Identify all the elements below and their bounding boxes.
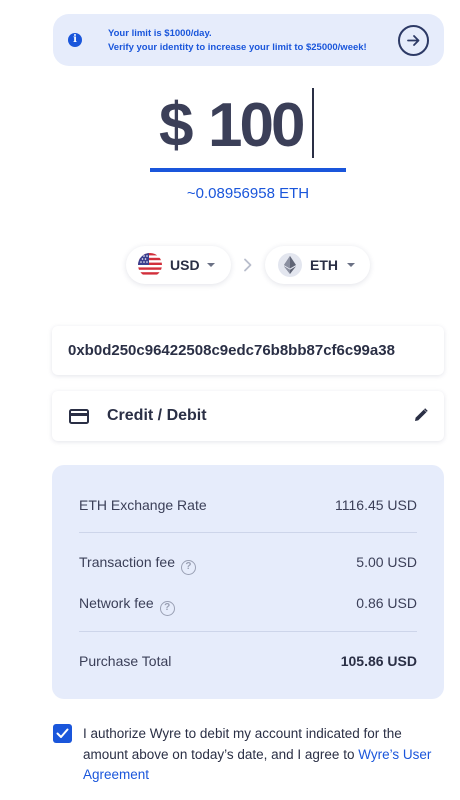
amount-underline xyxy=(150,168,346,172)
help-icon[interactable]: ? xyxy=(180,560,196,575)
source-currency-label: USD xyxy=(170,257,200,273)
authorization-text: I authorize Wyre to debit my account ind… xyxy=(83,724,433,786)
chevron-down-icon xyxy=(207,263,215,267)
help-icon[interactable]: ? xyxy=(159,601,175,616)
ethereum-icon xyxy=(278,253,302,277)
wallet-address-field[interactable]: 0xb0d250c96422508c9edc76b8bb87cf6c99a38 xyxy=(52,326,444,375)
summary-divider xyxy=(79,532,417,533)
limit-banner: i Your limit is $1000/day. Verify your i… xyxy=(53,14,444,66)
authorization-statement: I authorize Wyre to debit my account ind… xyxy=(83,726,402,762)
verify-identity-text: Verify your identity to increase your li… xyxy=(108,42,367,53)
currency-symbol: $ xyxy=(159,91,193,160)
purchase-total-label: Purchase Total xyxy=(79,653,172,669)
eth-estimate-text: ~0.08956958 ETH xyxy=(186,185,310,202)
purchase-screen: i Your limit is $1000/day. Verify your i… xyxy=(0,0,460,800)
chevron-down-icon xyxy=(347,263,355,267)
exchange-rate-value: 1116.45 USD xyxy=(335,497,417,513)
purchase-summary: ETH Exchange Rate 1116.45 USD Transactio… xyxy=(52,465,444,699)
wallet-address-text: 0xb0d250c96422508c9edc76b8bb87cf6c99a38 xyxy=(68,342,395,359)
source-currency-select[interactable]: USD xyxy=(126,246,231,284)
us-flag-icon xyxy=(138,253,162,277)
text-caret xyxy=(312,88,314,158)
chevron-right-icon xyxy=(244,258,252,272)
network-fee-label-group: Network fee? xyxy=(79,595,175,616)
purchase-total-value: 105.86 USD xyxy=(340,653,417,669)
transaction-fee-label-group: Transaction fee? xyxy=(79,554,196,575)
eth-estimate: ~0.08956958 ETH xyxy=(0,185,460,202)
target-currency-label: ETH xyxy=(310,257,338,273)
transaction-fee-label: Transaction fee xyxy=(79,554,175,570)
exchange-rate-label: ETH Exchange Rate xyxy=(79,497,207,513)
amount-input[interactable]: $ 100 xyxy=(150,84,346,174)
credit-card-icon xyxy=(69,409,89,424)
verify-identity-button[interactable] xyxy=(398,25,429,56)
pencil-icon[interactable] xyxy=(414,408,428,422)
payment-method-card[interactable]: Credit / Debit xyxy=(52,391,444,441)
limit-text: Your limit is $1000/day. xyxy=(108,28,212,39)
target-currency-select[interactable]: ETH xyxy=(265,246,370,284)
network-fee-value: 0.86 USD xyxy=(356,595,417,611)
info-icon: i xyxy=(68,33,82,47)
amount-value: 100 xyxy=(208,91,305,160)
transaction-fee-value: 5.00 USD xyxy=(356,554,417,570)
network-fee-label: Network fee xyxy=(79,595,154,611)
summary-divider xyxy=(79,631,417,632)
authorize-checkbox[interactable] xyxy=(53,724,72,743)
arrow-right-icon xyxy=(407,35,420,46)
checkmark-icon xyxy=(56,728,69,738)
payment-method-label: Credit / Debit xyxy=(107,407,207,424)
